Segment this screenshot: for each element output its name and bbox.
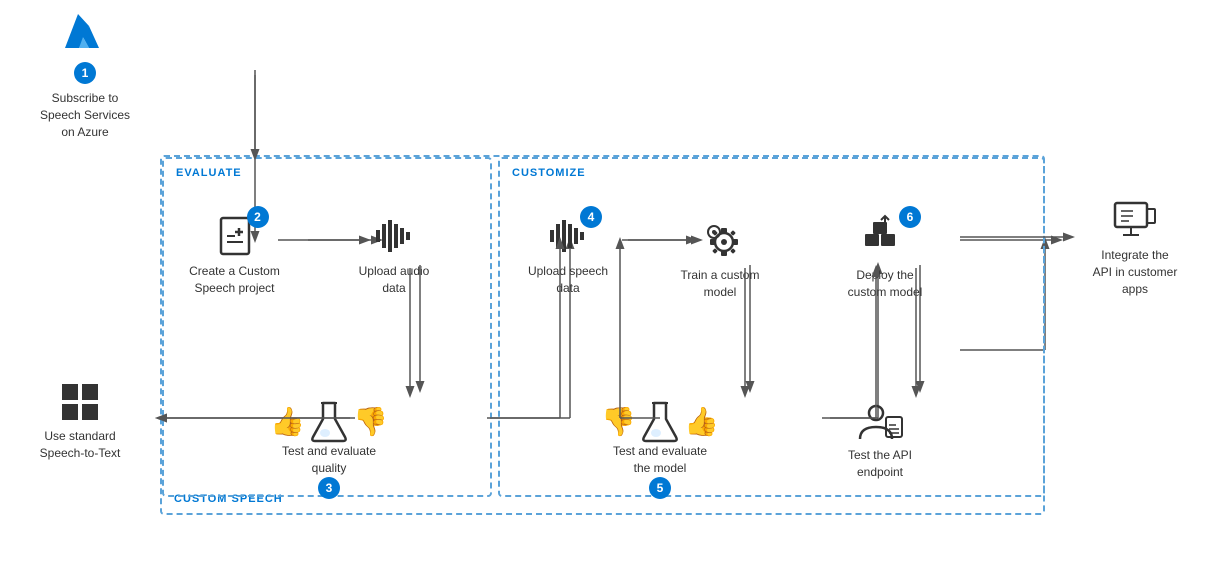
evaluate-box: EVALUATE 2 Create a CustomSpeech project — [162, 157, 492, 497]
step6-label: Train a custommodel — [670, 267, 770, 301]
step1-label: Subscribe to Speech Services on Azure — [20, 90, 150, 140]
step6-node: Train a custommodel — [670, 214, 770, 301]
standard-speech-icon — [58, 380, 102, 424]
step4-label: Test and evaluatequality — [264, 443, 394, 477]
evaluate-label: EVALUATE — [176, 167, 242, 179]
step7-label: Test and evaluatethe model — [590, 443, 730, 477]
customize-label: CUSTOMIZE — [512, 167, 586, 179]
train-model-icon — [696, 214, 744, 262]
step10-label: Integrate theAPI in customerapps — [1070, 247, 1200, 297]
step5-number: 4 — [580, 206, 602, 228]
customize-box: CUSTOMIZE 4 Upload speechdata — [498, 157, 1045, 497]
thumbs-up-icon-2: 👍 — [684, 405, 719, 438]
step7-node: 👎 👍 Test and evaluatethe model 5 — [590, 399, 730, 503]
step9-label: Test the APIendpoint — [820, 447, 940, 481]
step3-number: 3 — [318, 477, 340, 499]
step2-number: 2 — [247, 206, 269, 228]
flask-icon-2 — [642, 399, 678, 443]
step3-label: Upload audiodata — [344, 263, 444, 297]
diagram-container: 1 Subscribe to Speech Services on Azure … — [0, 0, 1231, 566]
step8-node: 6 Deploy thecustom model — [830, 214, 940, 301]
api-endpoint-icon — [856, 399, 904, 447]
step4-node: 👍 👎 Test and evaluatequality 3 — [264, 399, 394, 503]
step8-number: 6 — [899, 206, 921, 228]
custom-speech-box: CUSTOM SPEECH EVALUATE 2 Create a Cu — [160, 155, 1045, 515]
step10-node: Integrate theAPI in customerapps — [1070, 195, 1200, 297]
thumbs-down-icon-1: 👎 — [353, 405, 388, 438]
thumbs-up-icon-1: 👍 — [270, 405, 305, 438]
step2-node: 2 Create a CustomSpeech project — [182, 214, 287, 297]
step9-node: Test the APIendpoint — [820, 399, 940, 481]
step7-number: 5 — [649, 477, 671, 499]
step11-node: Use standardSpeech-to-Text — [20, 380, 140, 462]
step11-label: Use standardSpeech-to-Text — [20, 428, 140, 462]
upload-audio-icon — [372, 214, 416, 258]
thumbs-down-icon-2: 👎 — [601, 405, 636, 438]
step1-number: 1 — [74, 62, 96, 84]
step5-node: 4 Upload speechdata — [518, 214, 618, 297]
step1-node: 1 Subscribe to Speech Services on Azure — [20, 10, 150, 140]
flask-icon-1 — [311, 399, 347, 443]
integrate-api-icon — [1111, 195, 1159, 243]
step8-label: Deploy thecustom model — [830, 267, 940, 301]
azure-logo-icon — [61, 10, 109, 58]
step3-node: Upload audiodata — [344, 214, 444, 297]
step5-label: Upload speechdata — [518, 263, 618, 297]
step2-label: Create a CustomSpeech project — [182, 263, 287, 297]
